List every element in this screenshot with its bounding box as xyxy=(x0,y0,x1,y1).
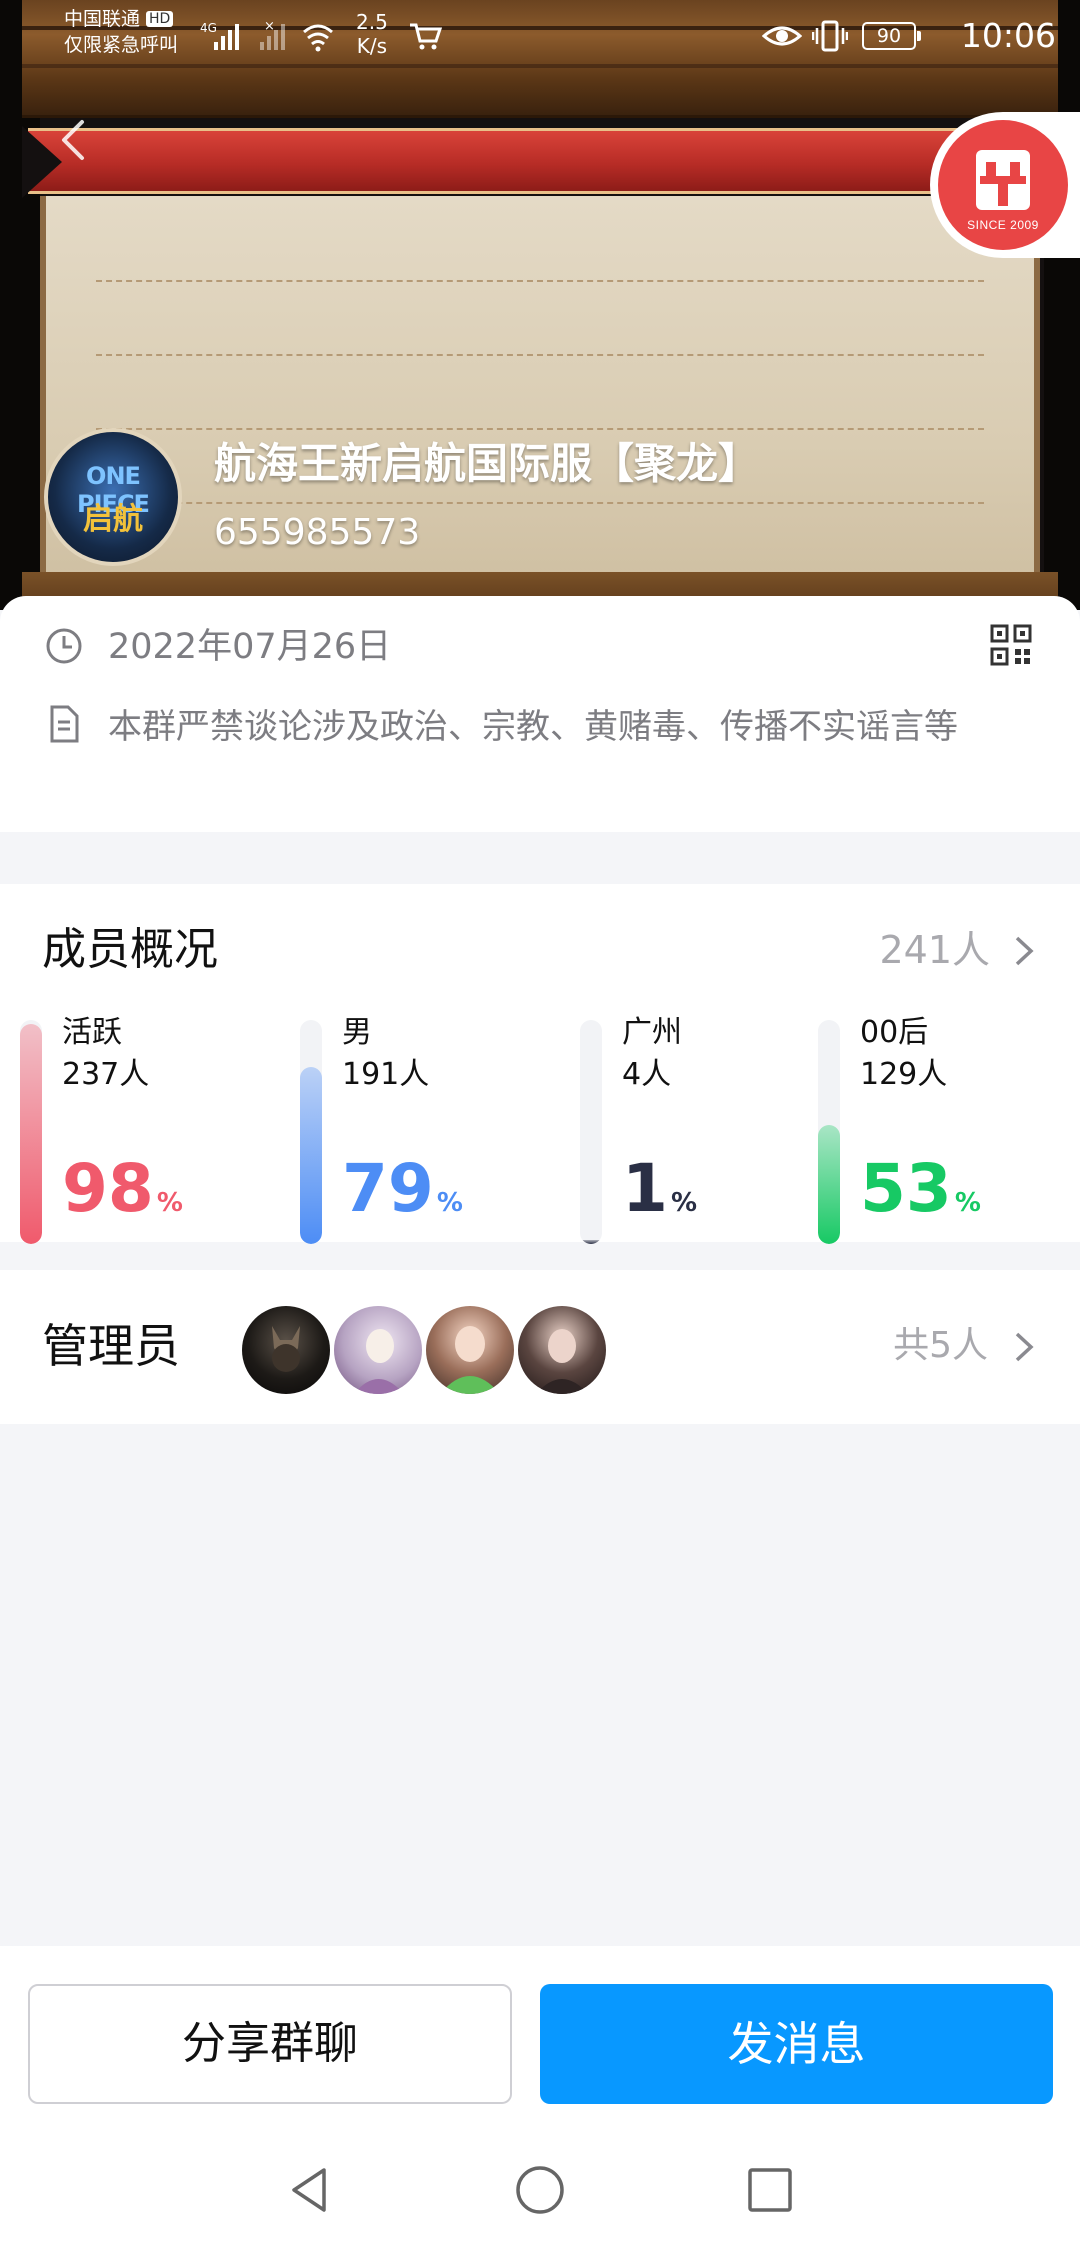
stat-male: 男 191人 79% xyxy=(300,1015,560,1244)
members-overview[interactable]: 成员概况 241人 活跃 237人 98% 男 191人 79% 广州 4人 1… xyxy=(0,884,1080,1244)
signal-icon: 4G × xyxy=(200,18,340,58)
nav-recents-icon[interactable] xyxy=(742,2162,798,2218)
stat-percent-unit: % xyxy=(954,1188,981,1218)
battery-indicator: 90 xyxy=(862,22,921,50)
stat-label: 男 xyxy=(342,1015,372,1050)
stat-percent: 79% xyxy=(342,1144,463,1248)
stat-count: 4人 xyxy=(622,1057,672,1092)
system-nav-bar xyxy=(0,2134,1080,2244)
status-time: 10:06 xyxy=(960,16,1056,55)
share-group-button[interactable]: 分享群聊 xyxy=(28,1984,512,2104)
members-count: 241人 xyxy=(879,928,990,972)
stat-count: 129人 xyxy=(860,1057,948,1092)
nav-back-icon[interactable] xyxy=(282,2162,338,2218)
eye-comfort-icon xyxy=(762,26,802,46)
stat-bar-track xyxy=(20,1020,42,1244)
send-message-button[interactable]: 发消息 xyxy=(540,1984,1053,2104)
admin-avatar[interactable] xyxy=(334,1306,422,1394)
stat-bar-fill xyxy=(580,1240,602,1244)
stat-age: 00后 129人 53% xyxy=(818,1015,1078,1244)
stat-active: 活跃 237人 98% xyxy=(20,1015,280,1244)
stat-count: 191人 xyxy=(342,1057,430,1092)
stat-count: 237人 xyxy=(62,1057,150,1092)
group-notice: 本群严禁谈论涉及政治、宗教、黄赌毒、传播不实谣言等 xyxy=(108,707,958,747)
network-type: 4G xyxy=(200,21,217,35)
admin-avatar[interactable] xyxy=(242,1306,330,1394)
group-info-card: 2022年07月26日 本群严禁谈论涉及政治、宗教、黄赌毒、传播不实谣言等 xyxy=(0,596,1080,832)
stat-percent: 98% xyxy=(62,1144,183,1248)
bottom-action-bar: 分享群聊 发消息 xyxy=(0,1946,1080,2134)
carrier-info: 中国联通 HD 仅限紧急呼叫 xyxy=(64,6,178,58)
group-name: 航海王新启航国际服【聚龙】 xyxy=(214,439,761,488)
chevron-right-icon xyxy=(1015,936,1034,966)
stat-label: 广州 xyxy=(622,1015,682,1050)
created-date-row: 2022年07月26日 xyxy=(44,624,1044,670)
net-speed-value: 2.5 xyxy=(356,10,388,34)
created-date: 2022年07月26日 xyxy=(108,627,392,667)
stat-bar-fill xyxy=(818,1125,840,1244)
banner-parchment xyxy=(40,196,1040,610)
stat-percent: 1% xyxy=(622,1144,697,1248)
stat-bar-track xyxy=(300,1020,322,1244)
banner-ribbon xyxy=(28,128,978,194)
stat-label: 00后 xyxy=(860,1015,929,1050)
clock-icon xyxy=(46,628,82,664)
stat-bar-fill xyxy=(20,1024,42,1244)
admins-row[interactable]: 管理员 共5人 xyxy=(0,1270,1080,1424)
document-icon xyxy=(50,705,79,743)
nav-home-icon[interactable] xyxy=(512,2162,568,2218)
net-speed-unit: K/s xyxy=(356,34,388,58)
admin-avatar[interactable] xyxy=(426,1306,514,1394)
back-button[interactable] xyxy=(48,112,104,168)
svg-text:×: × xyxy=(264,19,275,34)
hd-badge: HD xyxy=(146,11,174,27)
chevron-right-icon xyxy=(1015,1332,1034,1362)
stat-percent-value: 53 xyxy=(860,1150,952,1227)
brand-logo-icon: SINCE 2009 xyxy=(938,120,1068,250)
stat-region: 广州 4人 1% xyxy=(580,1015,840,1244)
stat-percent-value: 79 xyxy=(342,1150,434,1227)
admin-avatar[interactable] xyxy=(518,1306,606,1394)
stat-percent-unit: % xyxy=(156,1188,183,1218)
brand-logo-badge[interactable]: SINCE 2009 xyxy=(930,112,1080,258)
cart-icon xyxy=(410,23,442,50)
members-title: 成员概况 xyxy=(42,924,218,975)
stat-label: 活跃 xyxy=(62,1015,122,1050)
status-bar: 中国联通 HD 仅限紧急呼叫 4G × 2.5 K/s 90 10:06 xyxy=(0,0,1080,72)
group-id: 655985573 xyxy=(214,512,421,553)
group-avatar[interactable]: ONE PIECE 启航 xyxy=(44,428,182,566)
carrier-name: 中国联通 xyxy=(64,8,141,30)
stat-bar-track xyxy=(818,1020,840,1244)
back-arrow-icon xyxy=(62,120,84,160)
group-profile-screen: 中国联通 HD 仅限紧急呼叫 4G × 2.5 K/s 90 10:06 SIN… xyxy=(0,0,1080,2244)
stat-percent-unit: % xyxy=(670,1188,697,1218)
admins-title: 管理员 xyxy=(42,1319,180,1373)
logo-since-text: SINCE 2009 xyxy=(967,218,1039,232)
qr-code-icon[interactable] xyxy=(990,624,1032,666)
stat-percent-value: 1 xyxy=(622,1150,668,1227)
stat-bar-track xyxy=(580,1020,602,1244)
stat-percent-value: 98 xyxy=(62,1150,154,1227)
vibrate-icon xyxy=(812,20,848,52)
net-speed: 2.5 K/s xyxy=(356,10,388,58)
emergency-text: 仅限紧急呼叫 xyxy=(64,34,179,56)
avatar-logo-subtext: 启航 xyxy=(83,502,143,537)
stat-bar-fill xyxy=(300,1067,322,1244)
admins-count: 共5人 xyxy=(893,1325,988,1366)
stat-percent-unit: % xyxy=(436,1188,463,1218)
stat-percent: 53% xyxy=(860,1144,981,1248)
